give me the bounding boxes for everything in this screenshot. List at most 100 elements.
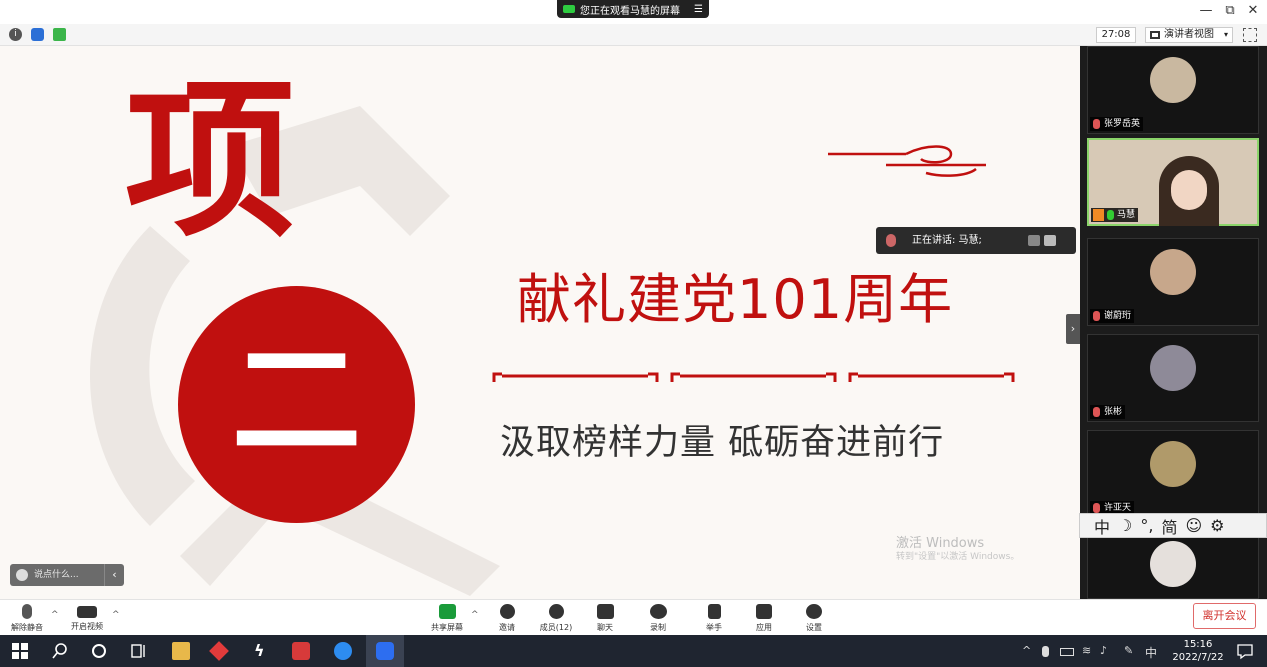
video-options-chevron[interactable]: ^ (112, 610, 120, 620)
apps-button[interactable]: 应用 (744, 602, 784, 633)
start-video-button[interactable]: 开启视频 (67, 602, 107, 632)
app-bolt-icon[interactable]: ϟ (254, 642, 272, 660)
leave-meeting-button[interactable]: 离开会议 (1193, 603, 1256, 629)
restore-button[interactable]: ⧉ (1220, 3, 1240, 18)
members-button[interactable]: 成员(12) (536, 602, 576, 633)
taskbar-ime-indicator[interactable]: 中 (1145, 644, 1157, 661)
wps-icon[interactable] (292, 642, 310, 660)
mic-on-icon (1107, 210, 1114, 220)
comment-placeholder: 说点什么... (34, 570, 79, 580)
fullscreen-icon[interactable] (1243, 28, 1257, 42)
meeting-timer: 27:08 (1096, 27, 1136, 43)
wifi-icon[interactable]: ≋ (1082, 644, 1091, 657)
mic-muted-icon (1093, 407, 1100, 417)
speaking-indicator: 正在讲话: 马慧; (876, 227, 1076, 254)
search-icon[interactable] (51, 642, 69, 660)
pin-icon[interactable] (1028, 235, 1040, 246)
members-label: 成员(12) (539, 623, 573, 632)
mute-options-chevron[interactable]: ^ (51, 610, 59, 620)
camera-icon (563, 5, 575, 13)
ime-punctuation-toggle[interactable]: °, (1140, 516, 1153, 535)
participant-tile[interactable]: 张彬 (1087, 334, 1259, 422)
browser-icon[interactable] (334, 642, 352, 660)
apps-grid-icon (756, 604, 772, 619)
members-icon (548, 604, 564, 619)
circle-character: 二 (231, 325, 362, 477)
ime-simplified-toggle[interactable]: 简 (1161, 514, 1177, 538)
ime-emoji-icon[interactable]: ☺ (1185, 516, 1202, 535)
windows-taskbar: ϟ ^ ≋ ♪ ✎ 中 15:16 2022/7/22 (0, 635, 1267, 667)
chat-label: 聊天 (597, 623, 613, 632)
apps-label: 应用 (756, 623, 772, 632)
collapse-arrow-icon[interactable]: ‹ (104, 564, 124, 586)
hand-icon (707, 604, 721, 619)
taskbar-active-app[interactable] (366, 635, 404, 667)
avatar (1150, 441, 1196, 487)
avatar (1150, 249, 1196, 295)
cloud-ornament (828, 145, 986, 177)
minimize-button[interactable]: — (1196, 3, 1216, 18)
ime-settings-icon[interactable]: ⚙ (1210, 516, 1224, 535)
file-explorer-icon[interactable] (172, 642, 190, 660)
shared-slide: 项 二 献礼建党101周年 汲取榜样力量 砥砺奋进前行 激活 Windows 转… (0, 46, 1080, 599)
notification-icon[interactable] (1236, 642, 1254, 660)
mic-muted-icon (22, 604, 32, 619)
meeting-toolbar: 解除静音 ^ 开启视频 ^ 共享屏幕 ^ 邀请 成员(12) 聊天 录制 举手 … (0, 599, 1267, 635)
pen-icon[interactable]: ✎ (1124, 644, 1133, 657)
video-off-icon (77, 606, 97, 618)
cortana-icon[interactable] (90, 642, 108, 660)
signal-icon[interactable] (53, 28, 66, 41)
close-button[interactable]: ✕ (1243, 3, 1263, 18)
participant-name: 张彬 (1104, 407, 1123, 417)
app-red-icon[interactable] (209, 641, 229, 661)
chat-button[interactable]: 聊天 (585, 602, 625, 633)
taskbar-clock[interactable]: 15:16 2022/7/22 (1168, 638, 1228, 664)
comment-input[interactable]: 说点什么... ‹ (10, 564, 124, 586)
invite-label: 邀请 (499, 623, 515, 632)
participant-tile[interactable]: 张罗岳英 (1087, 46, 1259, 134)
participant-tile[interactable]: 许亚天 (1087, 430, 1259, 518)
raise-hand-button[interactable]: 举手 (694, 602, 734, 633)
participant-name: 许亚天 (1104, 503, 1132, 513)
task-view-icon[interactable] (130, 642, 148, 660)
chat-icon (596, 604, 614, 619)
mic-muted-icon (1093, 119, 1100, 129)
unmute-button[interactable]: 解除静音 (7, 602, 47, 633)
participant-tile-active[interactable]: 马慧 (1087, 138, 1259, 226)
volume-icon[interactable]: ♪ (1100, 644, 1107, 657)
layout-icon (1150, 31, 1160, 39)
settings-label: 设置 (806, 623, 822, 632)
record-button[interactable]: 录制 (638, 602, 678, 633)
tray-mic-icon[interactable] (1042, 646, 1049, 657)
battery-icon[interactable] (1060, 648, 1074, 656)
share-screen-button[interactable]: 共享屏幕 (427, 602, 467, 633)
participant-tile[interactable]: 谢蔚珩 (1087, 238, 1259, 326)
view-mode-dropdown[interactable]: 演讲者视图 ▾ (1145, 27, 1233, 43)
ime-chinese-toggle[interactable]: 中 (1094, 514, 1110, 538)
invite-button[interactable]: 邀请 (487, 602, 527, 633)
view-mode-label: 演讲者视图 (1164, 29, 1214, 40)
screen-share-banner[interactable]: 您正在观看马慧的屏幕 ☰ (557, 0, 709, 18)
start-video-label: 开启视频 (71, 622, 103, 631)
panel-toggle-button[interactable]: › (1066, 314, 1080, 344)
participant-name: 张罗岳英 (1104, 119, 1141, 129)
emoji-icon[interactable] (16, 569, 28, 581)
clock-time: 15:16 (1183, 639, 1213, 650)
shield-icon[interactable] (31, 28, 44, 41)
share-options-chevron[interactable]: ^ (471, 610, 479, 620)
info-icon[interactable]: i (9, 28, 22, 41)
settings-button[interactable]: 设置 (794, 602, 834, 633)
video-face (1171, 170, 1207, 210)
undo-icon[interactable] (1044, 235, 1056, 246)
tray-overflow-chevron[interactable]: ^ (1022, 644, 1031, 657)
activation-watermark-hint: 转到"设置"以激活 Windows。 (896, 552, 1020, 562)
record-icon (649, 604, 667, 619)
record-label: 录制 (650, 623, 666, 632)
slide-big-character: 项 (125, 61, 296, 261)
banner-menu-icon[interactable]: ☰ (694, 4, 703, 15)
participant-name-tag: 马慧 (1091, 208, 1139, 222)
windows-start-icon[interactable] (11, 642, 29, 660)
clock-date: 2022/7/22 (1172, 652, 1224, 663)
ime-toolbar[interactable]: 中 ☽ °, 简 ☺ ⚙ (1079, 513, 1267, 538)
ime-moon-icon[interactable]: ☽ (1118, 516, 1132, 535)
